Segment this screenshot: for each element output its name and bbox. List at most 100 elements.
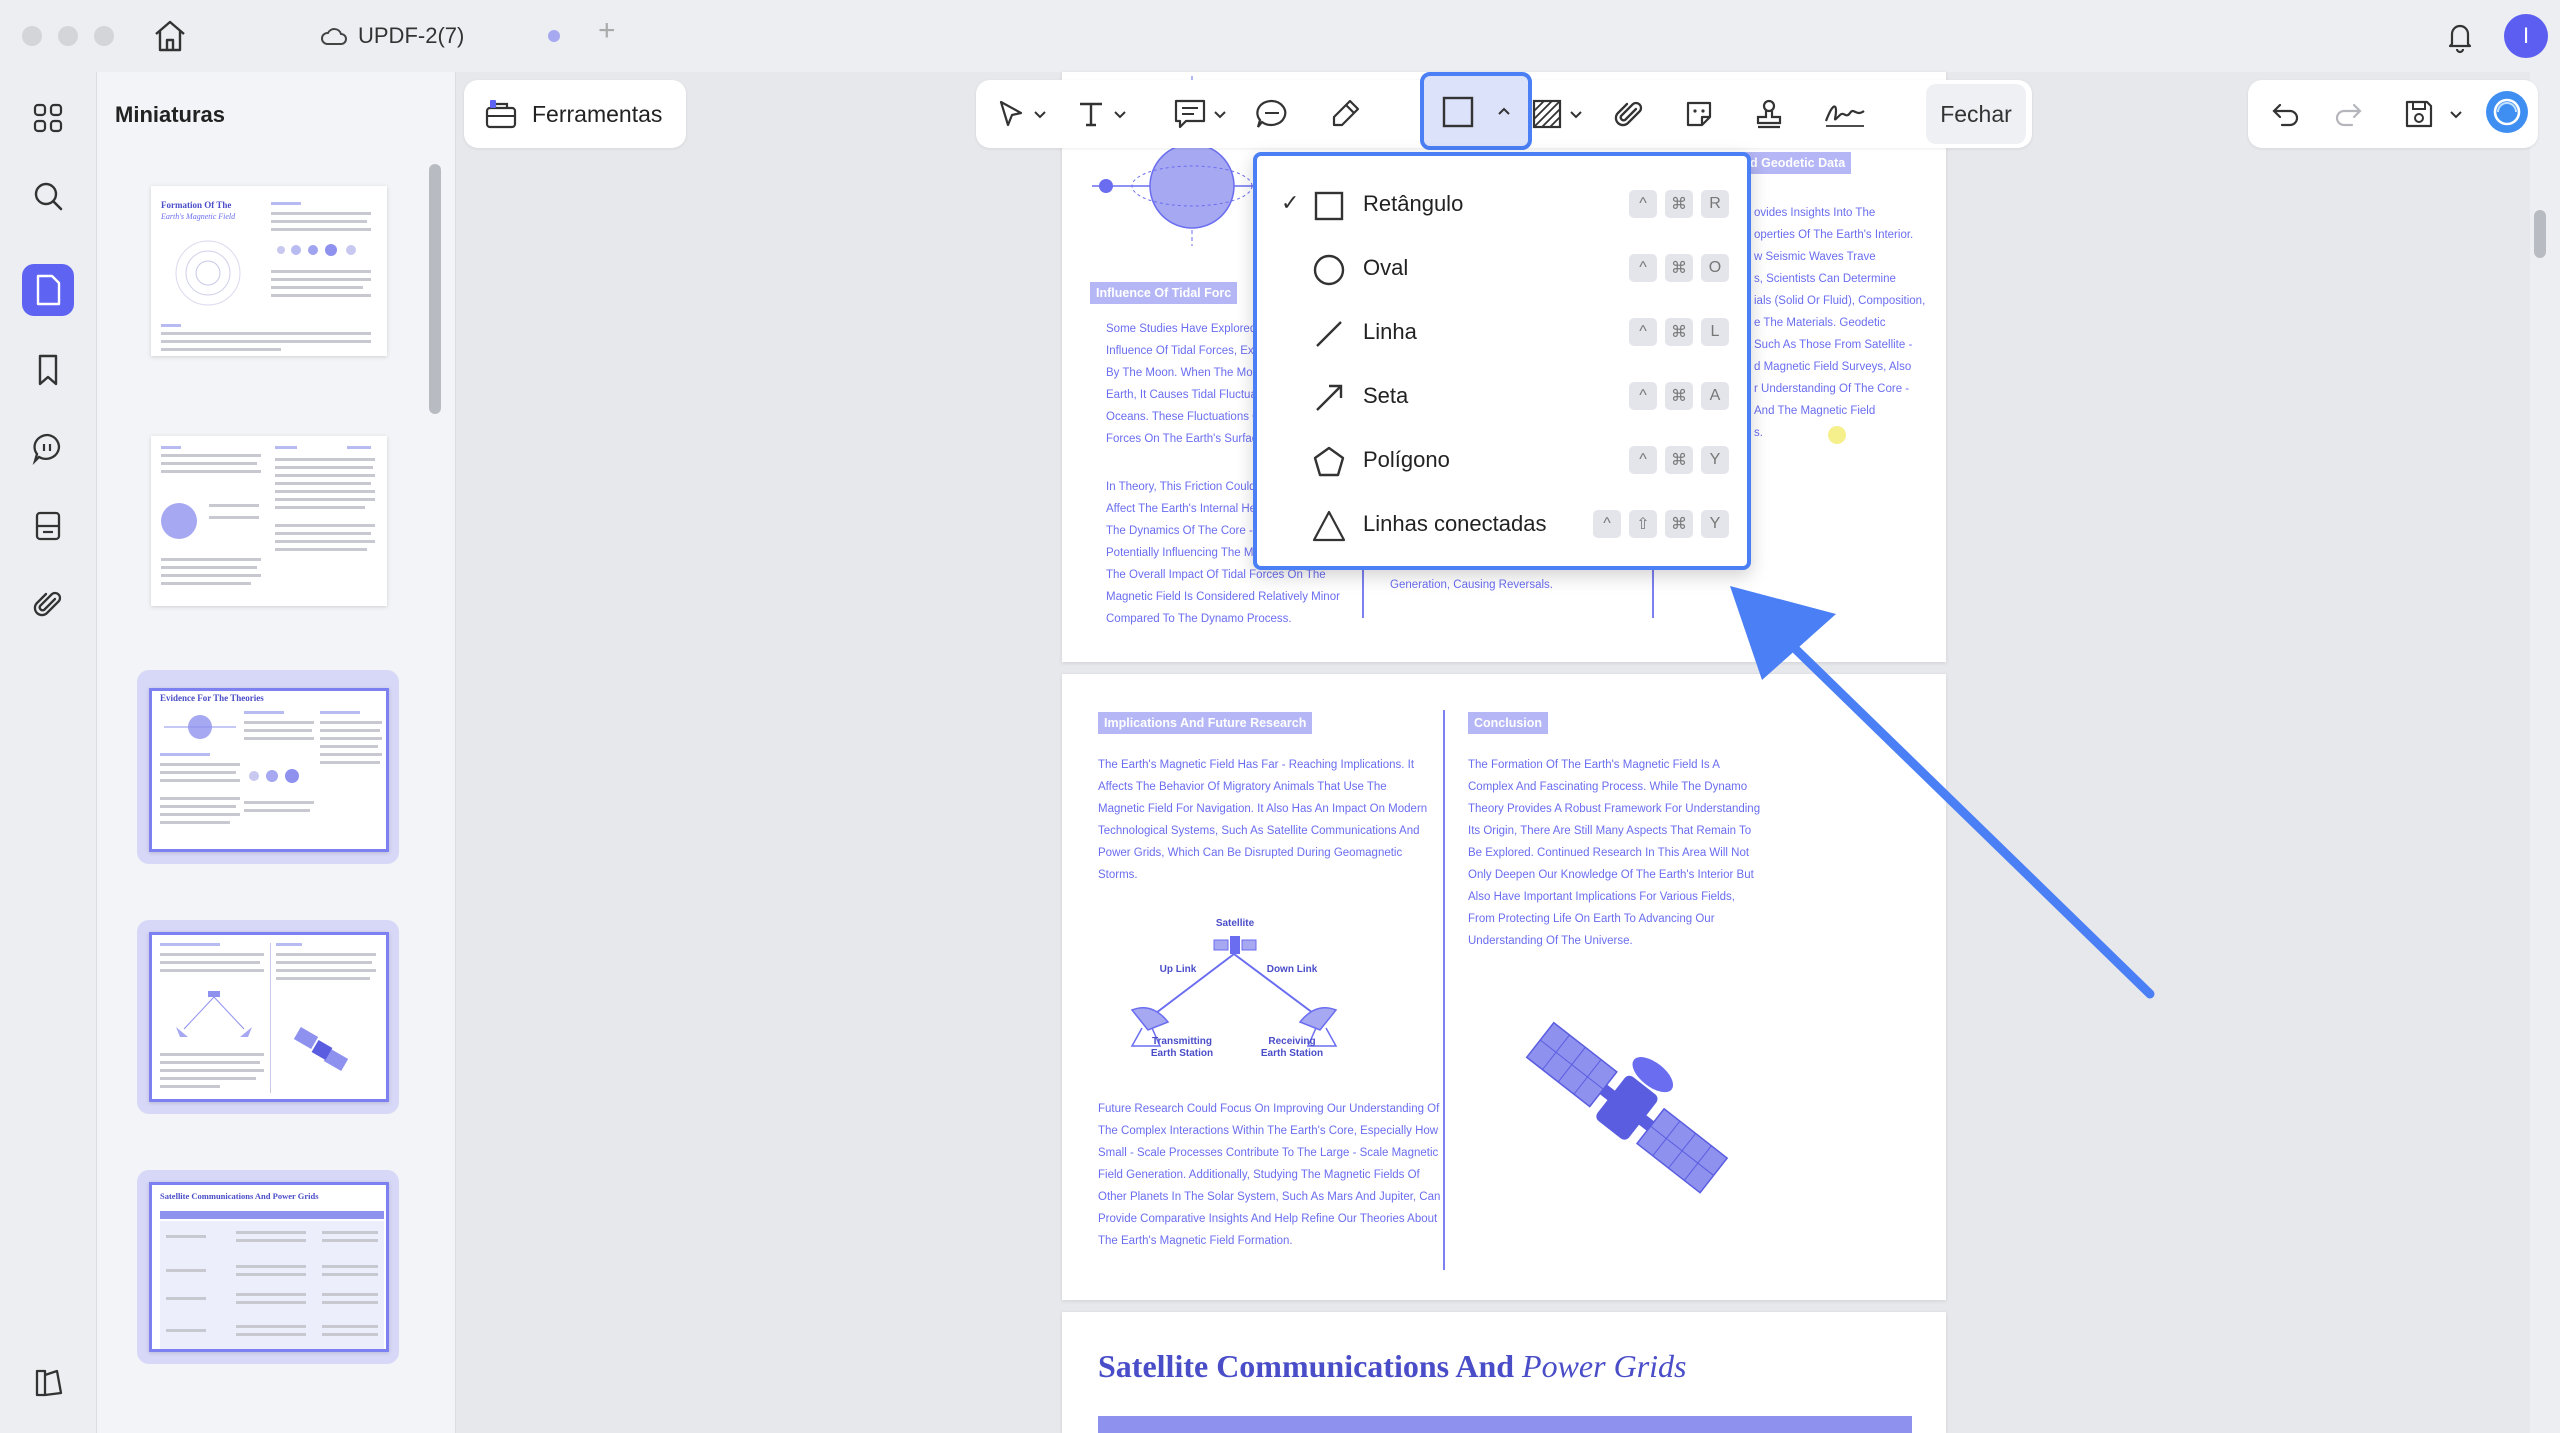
shape-option-arrow[interactable]: Seta ^ ⌘ A: [1257, 368, 1747, 424]
ai-assistant-button[interactable]: [22, 1356, 74, 1408]
satellite-link-diagram: Satellite Up Link Down Link Transmitting…: [1130, 918, 1338, 1059]
ai-button[interactable]: [2484, 90, 2530, 134]
thumb-figure: [164, 715, 236, 739]
text-line: And The Magnetic Field: [1754, 405, 1876, 417]
thumbnail-page-2[interactable]: 2: [137, 428, 399, 715]
text-line: Theory Provides A Robust Framework For U…: [1468, 803, 1761, 815]
save-button[interactable]: [2402, 92, 2436, 136]
note-tool-button[interactable]: [1172, 92, 1210, 136]
home-button[interactable]: [150, 18, 190, 54]
thumb-figure: [176, 991, 252, 1037]
minimize-window-button[interactable]: [58, 26, 78, 46]
page-icon: [36, 274, 61, 306]
shape-option-polygon[interactable]: Polígono ^ ⌘ Y: [1257, 432, 1747, 488]
new-tab-button[interactable]: +: [598, 14, 616, 48]
chevron-up-icon[interactable]: [1496, 104, 1512, 120]
hatch-icon: [1532, 99, 1562, 129]
text-line: The Formation Of The Earth's Magnetic Fi…: [1468, 759, 1720, 771]
shortcut-key: ⌘: [1665, 446, 1693, 474]
shortcut-key: ⌘: [1665, 510, 1693, 538]
shape-option-line[interactable]: Linha ^ ⌘ L: [1257, 304, 1747, 360]
note-tool-dropdown[interactable]: [1212, 92, 1228, 136]
document-tab-title: UPDF-2(7): [358, 23, 465, 48]
attach-tool-button[interactable]: [1612, 92, 1646, 136]
transmitting-station-label: Earth Station: [1151, 1048, 1213, 1059]
close-window-button[interactable]: [22, 26, 42, 46]
section-label-conclusion: Conclusion: [1468, 712, 1549, 734]
save-icon: [2405, 100, 2433, 128]
text-line: d Magnetic Field Surveys, Also: [1754, 361, 1912, 373]
comments-button[interactable]: [22, 422, 74, 474]
attachments-button[interactable]: [22, 578, 74, 630]
text-line: w Seismic Waves Trave: [1754, 251, 1876, 263]
shape-tool-button[interactable]: [1420, 72, 1532, 150]
implications-paragraph: The Earth's Magnetic Field Has Far - Rea…: [1098, 754, 1427, 886]
comment-bubble-icon: [1256, 99, 1287, 128]
chevron-down-icon: [1214, 111, 1226, 119]
area-tool-dropdown[interactable]: [1568, 92, 1584, 136]
document-scrollbar[interactable]: [2534, 210, 2546, 258]
search-button[interactable]: [22, 170, 74, 222]
redo-button[interactable]: [2332, 92, 2366, 136]
close-annotation-button[interactable]: Fechar: [1926, 84, 2026, 144]
thumb-heading: Satellite Communications And Power Grids: [160, 1191, 319, 1201]
shortcut-key: ^: [1629, 254, 1657, 282]
text-line: ovides Insights Into The: [1754, 207, 1876, 219]
tools-button[interactable]: Ferramentas: [464, 80, 686, 148]
bookmarks-button[interactable]: [22, 344, 74, 396]
heading-main: Satellite Communications And: [1098, 1348, 1515, 1384]
text-line: Only Deepen Our Knowledge Of The Earth's…: [1468, 869, 1754, 881]
maximize-window-button[interactable]: [94, 26, 114, 46]
menu-item-label: Polígono: [1363, 447, 1450, 472]
stamp-tool-button[interactable]: [1752, 92, 1786, 136]
text-line: Complex And Fascinating Process. While T…: [1468, 781, 1748, 793]
column-divider: [1443, 710, 1445, 1270]
thumb-figure: [161, 503, 197, 539]
select-tool-dropdown[interactable]: [1032, 92, 1048, 136]
notifications-button[interactable]: [2440, 16, 2480, 56]
thumbnail-page-5[interactable]: Satellite Communications And Power Grids: [137, 1170, 399, 1364]
text-tool-dropdown[interactable]: [1112, 92, 1128, 136]
menu-item-label: Seta: [1363, 383, 1409, 408]
shape-menu: ✓ Retângulo ^ ⌘ R Oval ^ ⌘ O Linha ^ ⌘ L…: [1253, 152, 1751, 570]
thumbnail-page-1[interactable]: Formation Of The Earth's Magnetic Field: [137, 176, 399, 469]
text-line: Small - Scale Processes Contribute To Th…: [1098, 1147, 1439, 1159]
thumbnail-page-4[interactable]: 4: [137, 920, 399, 1215]
highlighter-icon: [1332, 99, 1360, 127]
down-link-label: Down Link: [1267, 964, 1318, 975]
comment-tool-button[interactable]: [1254, 92, 1290, 136]
chevron-down-icon: [1570, 111, 1582, 119]
pdf-page-2: Implications And Future Research Conclus…: [1062, 674, 1946, 1300]
sticker-tool-button[interactable]: [1682, 92, 1716, 136]
save-dropdown[interactable]: [2448, 92, 2464, 136]
document-tab[interactable]: UPDF-2(7): [320, 18, 464, 54]
undo-button[interactable]: [2268, 92, 2302, 136]
section-label-geodetic: d Geodetic Data: [1744, 152, 1852, 174]
reversal-line: Generation, Causing Reversals.: [1390, 579, 1553, 591]
future-research-paragraph: Future Research Could Focus On Improving…: [1098, 1098, 1440, 1252]
thumbnails-scrollbar[interactable]: [429, 164, 441, 414]
shape-option-rectangle[interactable]: ✓ Retângulo ^ ⌘ R: [1257, 176, 1747, 232]
signature-tool-button[interactable]: [1822, 92, 1868, 136]
highlighter-tool-button[interactable]: [1328, 92, 1362, 136]
bell-icon: [2448, 24, 2472, 54]
thumbnails-button[interactable]: [22, 264, 74, 316]
ai-assistant-icon: [2486, 91, 2528, 133]
text-tool-button[interactable]: [1074, 92, 1108, 136]
thumbnail-page-3[interactable]: Evidence For The Theories: [137, 670, 399, 963]
area-tool-button[interactable]: [1530, 92, 1564, 136]
menu-item-label: Linhas conectadas: [1363, 511, 1547, 536]
text-line: Field Generation. Additionally, Studying…: [1098, 1169, 1420, 1181]
text-line: Affects The Behavior Of Migratory Animal…: [1098, 781, 1387, 793]
apps-button[interactable]: [22, 92, 74, 144]
shape-option-oval[interactable]: Oval ^ ⌘ O: [1257, 240, 1747, 296]
organize-button[interactable]: [22, 500, 74, 552]
text-line: r Understanding Of The Core -: [1754, 383, 1910, 395]
shortcut-key: Y: [1701, 446, 1729, 474]
shape-option-connected-lines[interactable]: Linhas conectadas ^ ⇧ ⌘ Y: [1257, 496, 1747, 552]
text-line: Influence Of Tidal Forces, Expec: [1106, 345, 1273, 357]
title-bar: UPDF-2(7) + I: [0, 0, 2560, 72]
select-tool-button[interactable]: [994, 92, 1028, 136]
shortcut-key: ^: [1629, 382, 1657, 410]
user-avatar[interactable]: I: [2504, 14, 2548, 58]
